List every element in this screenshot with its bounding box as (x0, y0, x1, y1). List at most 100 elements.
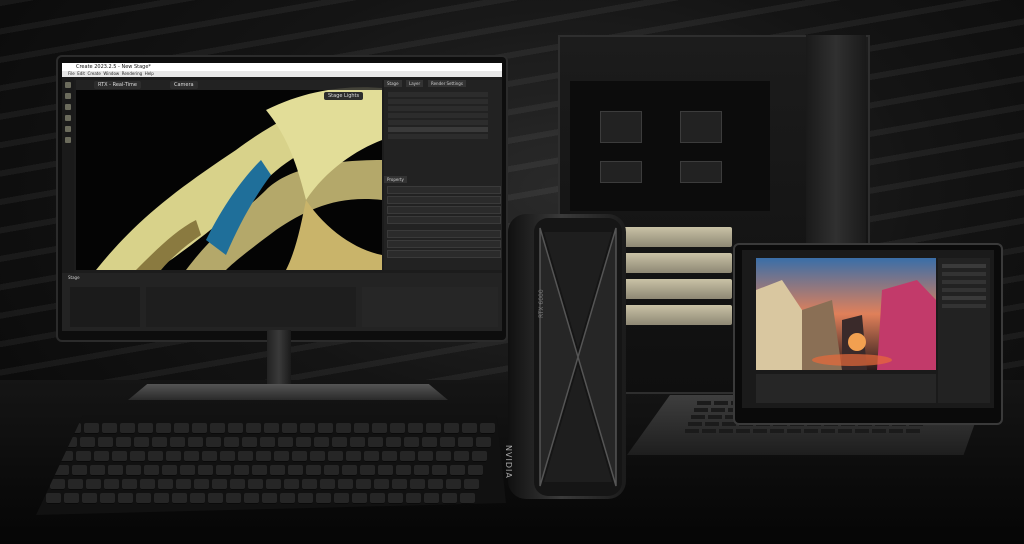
keyboard-key (90, 465, 105, 476)
render-mode-dropdown[interactable]: RTX - Real-Time (94, 81, 141, 89)
keyboard-key (464, 479, 479, 490)
keyboard-key (388, 493, 403, 504)
laptop-key (708, 415, 722, 419)
keyboard-key (462, 423, 477, 434)
tab-layer[interactable]: Layer (406, 80, 424, 87)
keyboard-key (446, 479, 461, 490)
keyboard-key (176, 479, 191, 490)
laptop-key (753, 429, 767, 433)
keyboard-key (246, 423, 261, 434)
menu-item-help[interactable]: Help (145, 71, 154, 76)
keyboard-key (50, 479, 65, 490)
tab-stage[interactable]: Stage (384, 80, 402, 87)
monitor-stand (267, 330, 291, 392)
keyboard-key (244, 493, 259, 504)
keyboard-key (266, 479, 281, 490)
keyboard-key (80, 437, 95, 448)
rotate-tool-icon[interactable] (65, 104, 71, 110)
keyboard-key (126, 465, 141, 476)
keyboard-key (338, 479, 353, 490)
keyboard-key (480, 423, 495, 434)
pro-gpu-card (622, 279, 732, 299)
keyboard-key (324, 465, 339, 476)
keyboard-key (310, 451, 325, 462)
keyboard-key (298, 493, 313, 504)
keyboard-key (458, 437, 473, 448)
keyboard-key (256, 451, 271, 462)
property-field[interactable] (387, 216, 501, 224)
keyboard-key (140, 479, 155, 490)
keyboard-key (136, 493, 151, 504)
stage-tree-row[interactable] (388, 99, 488, 104)
keyboard-key (296, 437, 311, 448)
keyboard-key (148, 451, 163, 462)
keyboard-key (414, 465, 429, 476)
move-tool-icon[interactable] (65, 93, 71, 99)
pro-gpu-card (622, 253, 732, 273)
menu-item-create[interactable]: Create (88, 71, 101, 76)
laptop-key (770, 429, 784, 433)
menu-item-file[interactable]: File (68, 71, 75, 76)
property-field[interactable] (387, 196, 501, 204)
keyboard-key (172, 493, 187, 504)
keyboard-key (188, 437, 203, 448)
render-viewport[interactable]: RTX - Real-Time Camera Stage Lights (76, 80, 382, 270)
keyboard-key (118, 493, 133, 504)
paint-tool-icon[interactable] (65, 137, 71, 143)
keyboard-key (138, 423, 153, 434)
cpu-socket (600, 111, 642, 143)
keyboard-key (454, 451, 469, 462)
keyboard-key (364, 451, 379, 462)
stage-tree-row[interactable] (388, 106, 488, 111)
keyboard-key (154, 493, 169, 504)
keyboard-key (346, 451, 361, 462)
stage-label: Stage (68, 275, 80, 280)
keyboard-key (230, 479, 245, 490)
tab-property[interactable]: Property (384, 176, 407, 183)
laptop-key (838, 429, 852, 433)
stage-tree-row[interactable] (388, 113, 488, 118)
keyboard-key (162, 465, 177, 476)
keyboard-key (156, 423, 171, 434)
keyboard-key (350, 437, 365, 448)
viewport-toolbar: RTX - Real-Time Camera Stage Lights (76, 80, 382, 100)
stage-tree-row[interactable] (388, 134, 488, 139)
property-field[interactable] (387, 240, 501, 248)
property-field[interactable] (387, 186, 501, 194)
menu-item-edit[interactable]: Edit (77, 71, 85, 76)
laptop-key (711, 408, 725, 412)
folder-tree[interactable] (70, 287, 140, 327)
stage-tree-row[interactable] (388, 92, 488, 97)
material-preview (362, 287, 498, 327)
laptop-key (714, 401, 728, 405)
keyboard-key (284, 479, 299, 490)
menu-item-window[interactable]: Window (103, 71, 119, 76)
property-field[interactable] (387, 250, 501, 258)
keyboard-key (68, 479, 83, 490)
stage-tree-row-selected[interactable] (388, 127, 488, 132)
camera-dropdown[interactable]: Camera (170, 81, 198, 89)
property-field[interactable] (387, 230, 501, 238)
keyboard-key (424, 493, 439, 504)
laptop-key (889, 429, 903, 433)
keyboard-key (112, 451, 127, 462)
scale-tool-icon[interactable] (65, 115, 71, 121)
file-list[interactable] (146, 287, 356, 327)
keyboard-key (476, 437, 491, 448)
property-field[interactable] (387, 206, 501, 214)
keyboard-key (408, 423, 423, 434)
keyboard-key (100, 493, 115, 504)
snap-tool-icon[interactable] (65, 126, 71, 132)
keyboard-key (418, 451, 433, 462)
select-tool-icon[interactable] (65, 82, 71, 88)
laptop-key (702, 429, 716, 433)
keyboard-key (382, 451, 397, 462)
menu-item-rendering[interactable]: Rendering (122, 71, 142, 76)
stage-tree-row[interactable] (388, 120, 488, 125)
keyboard-key (302, 479, 317, 490)
laptop-key (705, 422, 719, 426)
keyboard-key (174, 423, 189, 434)
tab-render-settings[interactable]: Render Settings (428, 80, 466, 87)
keyboard-key (320, 479, 335, 490)
stage-lights-button[interactable]: Stage Lights (324, 92, 364, 100)
